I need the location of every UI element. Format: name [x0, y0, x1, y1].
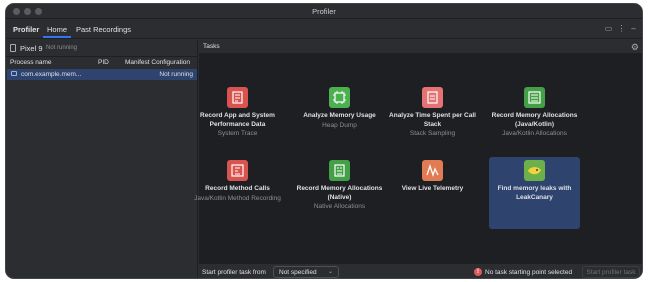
start-from-label: Start profiler task from [202, 269, 266, 276]
chevron-down-icon: ⌄ [327, 269, 333, 275]
task-card[interactable]: View Live Telemetry [387, 157, 478, 229]
tab-past-recordings[interactable]: Past Recordings [76, 25, 131, 34]
more-options-icon[interactable]: ⋮ [617, 24, 626, 33]
task-card[interactable]: Record Method Calls Java/Kotlin Method Re… [192, 157, 283, 229]
active-tab-indicator [43, 36, 71, 38]
column-manifest-configuration[interactable]: Manifest Configuration [125, 59, 190, 66]
task-card[interactable]: Analyze Time Spent per Call Stack Stack S… [387, 84, 478, 156]
task-subtitle: System Trace [217, 130, 258, 137]
native-allocations-icon [329, 160, 350, 181]
task-card[interactable]: Analyze Memory Usage Heap Dump [294, 84, 385, 156]
task-subtitle: Native Allocations [313, 203, 366, 210]
start-point-dropdown[interactable]: Not specified ⌄ [273, 266, 339, 278]
start-button-label: Start profiler task [586, 269, 636, 276]
device-selector[interactable]: Pixel 9 Not running [6, 40, 197, 55]
tasks-header: Tasks ⚙ [199, 40, 642, 54]
phone-icon [10, 44, 16, 52]
process-panel: Pixel 9 Not running Process name PID Man… [6, 40, 198, 278]
task-subtitle: Heap Dump [322, 122, 357, 129]
task-title: Analyze Time Spent per Call Stack [389, 112, 476, 128]
dropdown-value: Not specified [279, 269, 317, 276]
process-icon [11, 70, 17, 76]
tab-home[interactable]: Home [47, 25, 67, 34]
task-title: Analyze Memory Usage [303, 112, 376, 119]
task-footer: Start profiler task from Not specified ⌄… [199, 263, 642, 278]
tasks-label: Tasks [203, 43, 220, 50]
process-table-header: Process name PID Manifest Configuration [6, 56, 197, 68]
device-status: Not running [46, 45, 78, 51]
profiler-title: Profiler [13, 25, 40, 34]
column-pid[interactable]: PID [98, 59, 109, 66]
task-title: Record Memory Allocations (Native) [296, 185, 383, 201]
task-card[interactable]: Record Memory Allocations (Java/Kotlin) J… [489, 84, 580, 156]
warning-message: No task starting point selected [485, 269, 573, 276]
heap-dump-icon [329, 87, 350, 108]
task-subtitle: Java/Kotlin Method Recording [194, 195, 281, 202]
java-allocations-icon [524, 87, 545, 108]
system-trace-icon [227, 87, 248, 108]
error-icon: ! [474, 268, 482, 276]
task-title: Record Memory Allocations (Java/Kotlin) [491, 112, 578, 128]
task-title: Record App and System Performance Data [200, 112, 275, 128]
task-title: View Live Telemetry [401, 185, 464, 192]
gear-icon[interactable]: ⚙ [631, 42, 639, 53]
task-subtitle: Stack Sampling [409, 130, 456, 137]
title-bar: Profiler [6, 4, 642, 19]
tool-window-header: Profiler Home Past Recordings ▭ ⋮ – [6, 19, 642, 39]
device-name: Pixel 9 [20, 44, 43, 53]
process-config: Not running [159, 70, 193, 78]
tasks-panel: Tasks ⚙ Record App and System Performanc… [194, 40, 642, 278]
live-telemetry-icon [422, 160, 443, 181]
profiler-window: Profiler Profiler Home Past Recordings ▭… [5, 3, 643, 279]
task-subtitle: Java/Kotlin Allocations [502, 130, 567, 137]
minimize-panel-icon[interactable]: – [629, 24, 638, 33]
window-title: Profiler [312, 7, 336, 16]
process-name: com.example.mem... [21, 70, 82, 78]
layout-icon[interactable]: ▭ [604, 24, 613, 33]
task-title: Find memory leaks with LeakCanary [497, 185, 572, 201]
stack-sampling-icon [422, 87, 443, 108]
method-recording-icon [227, 160, 248, 181]
column-process-name[interactable]: Process name [10, 59, 52, 66]
leakcanary-icon [524, 160, 545, 181]
task-card[interactable]: Record App and System Performance Data Sy… [192, 84, 283, 156]
task-card[interactable]: Record Memory Allocations (Native) Native… [294, 157, 385, 229]
task-card[interactable]: Find memory leaks with LeakCanary [489, 157, 580, 229]
start-profiler-task-button[interactable]: Start profiler task [582, 266, 640, 278]
task-title: Record Method Calls [205, 185, 270, 192]
table-row[interactable]: com.example.mem... Not running [7, 69, 197, 80]
